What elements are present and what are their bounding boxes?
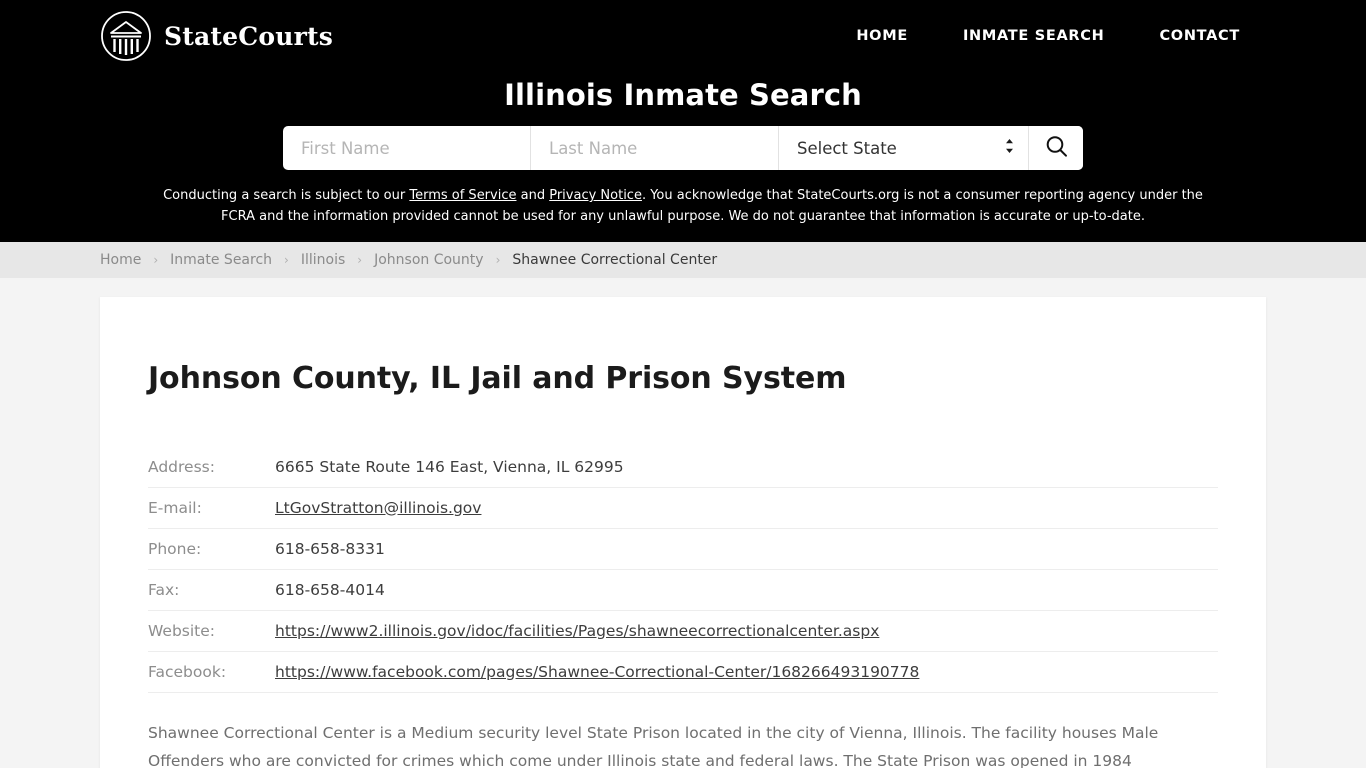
table-row: E-mail: LtGovStratton@illinois.gov: [148, 487, 1218, 529]
row-label-email: E-mail:: [148, 498, 202, 517]
content-card: Johnson County, IL Jail and Prison Syste…: [100, 296, 1266, 768]
main-navigation: HOME INMATE SEARCH CONTACT: [856, 28, 1240, 44]
breadcrumb: Home › Inmate Search › Illinois › Johnso…: [100, 252, 717, 268]
terms-of-service-link[interactable]: Terms of Service: [409, 188, 516, 203]
facebook-link[interactable]: https://www.facebook.com/pages/Shawnee-C…: [275, 663, 919, 681]
breadcrumb-item-current: Shawnee Correctional Center: [512, 251, 718, 268]
state-select[interactable]: Select State: [779, 126, 1028, 170]
nav-item-home[interactable]: HOME: [856, 28, 908, 44]
site-header: StateCourts HOME INMATE SEARCH CONTACT I…: [0, 0, 1366, 242]
page-title: Johnson County, IL Jail and Prison Syste…: [148, 360, 847, 396]
privacy-notice-link[interactable]: Privacy Notice: [549, 188, 642, 203]
search-icon: [1044, 134, 1069, 162]
table-row: Address: 6665 State Route 146 East, Vien…: [148, 446, 1218, 488]
chevron-right-icon: ›: [357, 252, 363, 267]
breadcrumb-item-inmate-search[interactable]: Inmate Search: [170, 252, 272, 268]
first-name-input[interactable]: [283, 126, 531, 170]
email-link[interactable]: LtGovStratton@illinois.gov: [275, 499, 481, 517]
nav-item-inmate-search[interactable]: INMATE SEARCH: [963, 28, 1105, 44]
row-label-phone: Phone:: [148, 539, 202, 558]
row-label-fax: Fax:: [148, 580, 180, 599]
facility-info-table: Address: 6665 State Route 146 East, Vien…: [148, 446, 1218, 693]
header-top-bar: StateCourts HOME INMATE SEARCH CONTACT: [0, 0, 1366, 72]
description-paragraph-1: Shawnee Correctional Center is a Medium …: [148, 723, 1159, 768]
nav-item-contact[interactable]: CONTACT: [1159, 28, 1240, 44]
website-link[interactable]: https://www2.illinois.gov/idoc/facilitie…: [275, 622, 879, 640]
brand-name: StateCourts: [164, 21, 333, 51]
breadcrumb-item-home[interactable]: Home: [100, 252, 141, 268]
table-row: Facebook: https://www.facebook.com/pages…: [148, 651, 1218, 693]
row-value-email: LtGovStratton@illinois.gov: [275, 487, 1218, 528]
hero-search-section: Illinois Inmate Search Select State: [0, 72, 1366, 242]
disclaimer-text-1: Conducting a search is subject to our: [163, 188, 410, 203]
brand-logo-link[interactable]: StateCourts: [100, 10, 333, 62]
chevron-right-icon: ›: [284, 252, 289, 267]
search-disclaimer: Conducting a search is subject to our Te…: [133, 186, 1233, 228]
row-value-facebook: https://www.facebook.com/pages/Shawnee-C…: [275, 651, 1218, 692]
breadcrumb-item-illinois[interactable]: Illinois: [301, 252, 345, 268]
page-wrapper: Johnson County, IL Jail and Prison Syste…: [0, 278, 1366, 768]
breadcrumb-item-johnson-county[interactable]: Johnson County: [374, 252, 483, 268]
state-select-wrapper: Select State: [779, 126, 1029, 170]
row-value-website: https://www2.illinois.gov/idoc/facilitie…: [275, 610, 1218, 651]
disclaimer-text-2: and: [516, 188, 550, 203]
facility-description: Shawnee Correctional Center is a Medium …: [148, 719, 1188, 768]
table-row: Website: https://www2.illinois.gov/idoc/…: [148, 610, 1218, 652]
row-value-phone: 618-658-8331: [275, 539, 385, 558]
inmate-search-form: Select State: [283, 126, 1083, 170]
search-submit-button[interactable]: [1029, 126, 1083, 170]
row-value-fax: 618-658-4014: [275, 580, 385, 599]
table-row: Fax: 618-658-4014: [148, 569, 1218, 611]
last-name-input[interactable]: [531, 126, 779, 170]
chevron-right-icon: ›: [495, 252, 501, 267]
row-label-facebook: Facebook:: [148, 662, 227, 681]
courthouse-circle-icon: [100, 10, 152, 62]
row-value-address: 6665 State Route 146 East, Vienna, IL 62…: [275, 457, 624, 476]
chevron-right-icon: ›: [153, 252, 159, 267]
row-label-address: Address:: [148, 457, 215, 476]
breadcrumb-bar: Home › Inmate Search › Illinois › Johnso…: [0, 241, 1366, 278]
row-label-website: Website:: [148, 621, 216, 640]
table-row: Phone: 618-658-8331: [148, 528, 1218, 570]
hero-title: Illinois Inmate Search: [504, 78, 862, 112]
